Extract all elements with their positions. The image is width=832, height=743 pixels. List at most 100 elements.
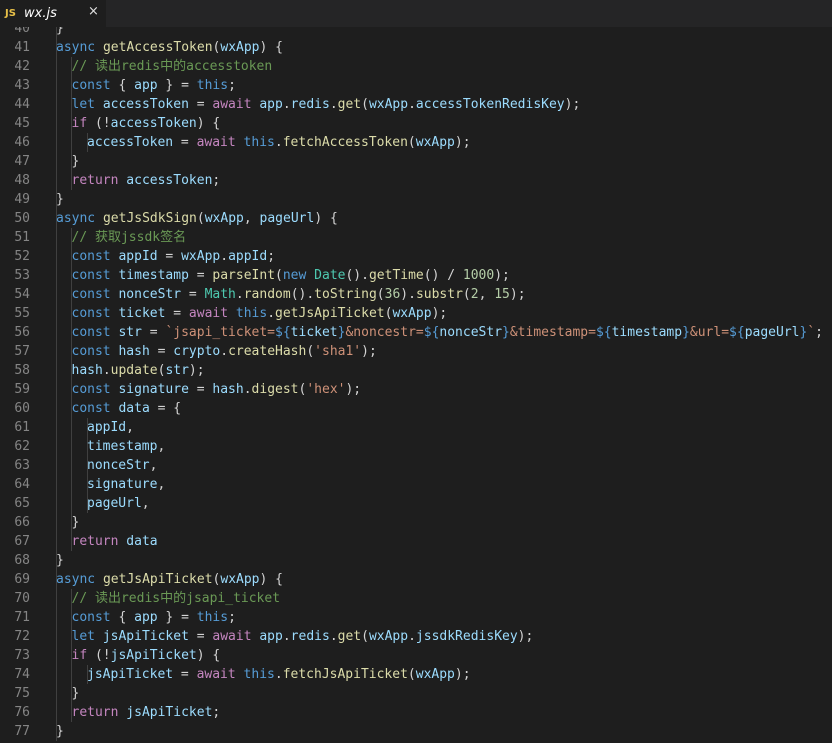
line-number: 40 xyxy=(14,27,30,36)
indent-guide xyxy=(56,266,57,285)
code-line[interactable]: 44 let accessToken = await app.redis.get(… xyxy=(0,95,832,114)
code-line[interactable]: 43 const { app } = this; xyxy=(0,76,832,95)
code-token: const xyxy=(71,610,119,625)
code-line[interactable]: 59 const signature = hash.digest('hex'); xyxy=(0,380,832,399)
code-token: jsApiTicket xyxy=(87,667,174,682)
code-line[interactable]: 41 async getAccessToken(wxApp) { xyxy=(0,38,832,57)
code-line[interactable]: 64 signature, xyxy=(0,475,832,494)
code-line[interactable]: 46 accessToken = await this.fetchAccessTo… xyxy=(0,133,832,152)
code-token: return xyxy=(71,705,127,720)
code-line[interactable]: 61 appId, xyxy=(0,418,832,437)
code-text: const hash = crypto.createHash('sha1'); xyxy=(72,342,377,361)
code-text: let accessToken = await app.redis.get(wx… xyxy=(72,95,581,114)
code-token: = xyxy=(188,268,213,283)
code-text: const str = `jsapi_ticket=${ticket}&nonc… xyxy=(72,323,823,342)
code-token: ; xyxy=(228,610,236,625)
code-line[interactable]: 75} xyxy=(0,684,832,703)
code-line[interactable]: 73 if (!jsApiTicket) { xyxy=(0,646,832,665)
tab-wx-js[interactable]: JS wx.js × xyxy=(0,0,106,27)
code-line[interactable]: 62 timestamp, xyxy=(0,437,832,456)
indent-guide xyxy=(56,95,57,114)
code-line[interactable]: 69 async getJsApiTicket(wxApp) { xyxy=(0,570,832,589)
code-token: if xyxy=(71,648,95,663)
code-text: timestamp, xyxy=(87,437,165,456)
code-line[interactable]: 60 const data = { xyxy=(0,399,832,418)
code-line[interactable]: 52 const appId = wxApp.appId; xyxy=(0,247,832,266)
code-token: } xyxy=(71,154,80,169)
code-token: } xyxy=(56,27,64,36)
indent-guide xyxy=(56,152,57,171)
code-line[interactable]: 40} xyxy=(0,27,832,38)
code-token: jsApiTicket xyxy=(126,705,213,720)
code-line[interactable]: 56 const str = `jsapi_ticket=${ticket}&no… xyxy=(0,323,832,342)
code-line[interactable]: 50 async getJsSdkSign(wxApp, pageUrl) { xyxy=(0,209,832,228)
code-line[interactable]: 67 return data xyxy=(0,532,832,551)
code-token: pageUrl xyxy=(744,325,800,340)
code-line[interactable]: 51 // 获取jssdk签名 xyxy=(0,228,832,247)
code-token: await xyxy=(196,667,244,682)
code-text: const signature = hash.digest('hex'); xyxy=(72,380,362,399)
code-token: (). xyxy=(345,268,369,283)
code-token: wxApp xyxy=(220,40,260,55)
code-line[interactable]: 54 const nonceStr = Math.random().toStrin… xyxy=(0,285,832,304)
code-token: ; xyxy=(228,78,236,93)
code-token: ( xyxy=(361,97,369,112)
code-token: str xyxy=(165,363,189,378)
code-line[interactable]: 57 const hash = crypto.createHash('sha1')… xyxy=(0,342,832,361)
code-token: . xyxy=(408,97,416,112)
code-token: (! xyxy=(94,648,111,663)
code-token: ) { xyxy=(259,40,283,55)
code-line[interactable]: 47} xyxy=(0,152,832,171)
code-token: hash xyxy=(71,363,103,378)
code-line[interactable]: 48 return accessToken; xyxy=(0,171,832,190)
code-text: async getJsSdkSign(wxApp, pageUrl) { xyxy=(56,209,338,228)
code-line[interactable]: 55 const ticket = await this.getJsApiTick… xyxy=(0,304,832,323)
code-line[interactable]: 63 nonceStr, xyxy=(0,456,832,475)
code-line[interactable]: 45 if (!accessToken) { xyxy=(0,114,832,133)
code-token: str xyxy=(118,325,142,340)
code-line[interactable]: 49} xyxy=(0,190,832,209)
code-line[interactable]: 66} xyxy=(0,513,832,532)
code-token: ); xyxy=(454,135,471,150)
code-token: wxApp xyxy=(204,211,244,226)
line-number: 59 xyxy=(14,382,30,397)
code-line[interactable]: 71 const { app } = this; xyxy=(0,608,832,627)
code-token: // 读出redis中的jsapi_ticket xyxy=(71,591,281,606)
code-token: getJsSdkSign xyxy=(102,211,197,226)
code-text: } xyxy=(56,190,64,209)
code-token: this xyxy=(235,306,268,321)
code-text: const ticket = await this.getJsApiTicket… xyxy=(72,304,448,323)
code-line[interactable]: 74 jsApiTicket = await this.fetchJsApiTic… xyxy=(0,665,832,684)
code-token: , xyxy=(157,439,166,454)
code-token: const xyxy=(71,287,119,302)
close-icon[interactable]: × xyxy=(88,4,99,19)
code-token: async xyxy=(56,40,103,55)
code-token: ${ xyxy=(729,325,745,340)
indent-guide xyxy=(56,323,57,342)
code-token: ( xyxy=(361,629,369,644)
code-token: const xyxy=(71,344,119,359)
code-line[interactable]: 72 let jsApiTicket = await app.redis.get(… xyxy=(0,627,832,646)
code-line[interactable]: 42 // 读出redis中的accesstoken xyxy=(0,57,832,76)
code-editor[interactable]: 40} 41 async getAccessToken(wxApp) {42// 读… xyxy=(0,27,832,743)
code-token: // 读出redis中的accesstoken xyxy=(71,59,273,74)
code-line[interactable]: 68} xyxy=(0,551,832,570)
code-line[interactable]: 70 // 读出redis中的jsapi_ticket xyxy=(0,589,832,608)
tab-bar: JS wx.js × xyxy=(0,0,832,27)
indent-guide xyxy=(56,475,57,494)
code-token: ( xyxy=(376,287,385,302)
code-token: hash xyxy=(212,382,244,397)
code-line[interactable]: 76 return jsApiTicket; xyxy=(0,703,832,722)
code-text: } xyxy=(72,513,80,532)
code-lines: 40} 41 async getAccessToken(wxApp) {42// 读… xyxy=(0,27,832,741)
code-line[interactable]: 65 pageUrl, xyxy=(0,494,832,513)
code-token: this xyxy=(196,610,229,625)
code-token: ` xyxy=(807,325,816,340)
code-line[interactable]: 58 hash.update(str); xyxy=(0,361,832,380)
code-line[interactable]: 77} xyxy=(0,722,832,741)
code-token: get xyxy=(337,629,362,644)
code-token: parseInt xyxy=(212,268,276,283)
code-line[interactable]: 53 const timestamp = parseInt(new Date().… xyxy=(0,266,832,285)
code-token: ). xyxy=(400,287,416,302)
indent-guide xyxy=(56,304,57,323)
